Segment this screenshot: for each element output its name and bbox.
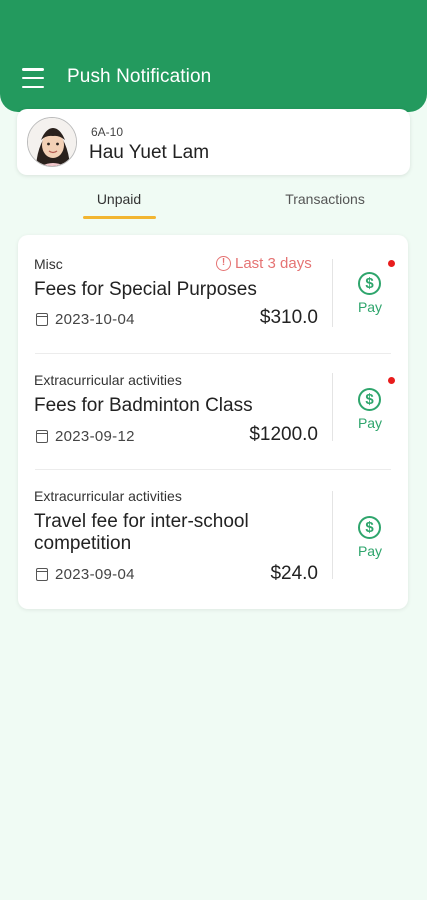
tab-transactions[interactable]: Transactions <box>270 191 380 207</box>
dollar-circle-icon[interactable]: $ <box>358 272 381 295</box>
item-divider-vertical <box>332 373 333 441</box>
class-code: 6A-10 <box>91 125 124 139</box>
fee-item[interactable]: Extracurricular activities Fees for Badm… <box>18 353 408 469</box>
fee-amount: $310.0 <box>259 307 318 328</box>
student-avatar <box>27 117 77 167</box>
fee-date: 2023-10-04 <box>55 311 135 328</box>
unread-dot <box>388 377 395 384</box>
calendar-icon <box>36 313 48 326</box>
pay-button[interactable]: Pay <box>348 415 392 431</box>
pay-button[interactable]: Pay <box>348 299 392 315</box>
fee-title: Fees for Badminton Class <box>34 395 253 416</box>
student-name: Hau Yuet Lam <box>89 142 210 163</box>
fee-title: Travel fee for inter-school competition <box>34 511 249 554</box>
deadline-warning-text: Last 3 days <box>235 255 312 272</box>
fee-date: 2023-09-04 <box>55 566 135 583</box>
page-title: Push Notification <box>67 66 212 87</box>
app-header: Push Notification <box>0 0 427 112</box>
tab-unpaid[interactable]: Unpaid <box>82 191 156 207</box>
fee-date: 2023-09-12 <box>55 428 135 445</box>
calendar-icon <box>36 568 48 581</box>
fee-amount: $24.0 <box>270 563 318 584</box>
hamburger-menu-icon[interactable] <box>22 68 44 88</box>
item-divider-vertical <box>332 491 333 579</box>
unread-dot <box>388 260 395 267</box>
fee-category: Extracurricular activities <box>34 488 182 504</box>
fee-amount: $1200.0 <box>249 424 318 445</box>
fee-item[interactable]: Misc ! Last 3 days Fees for Special Purp… <box>18 235 408 353</box>
calendar-icon <box>36 430 48 443</box>
item-divider-vertical <box>332 259 333 327</box>
fee-title: Fees for Special Purposes <box>34 279 257 300</box>
fee-category: Misc <box>34 256 63 272</box>
dollar-circle-icon[interactable]: $ <box>358 516 381 539</box>
student-card[interactable]: 6A-10 Hau Yuet Lam <box>17 109 410 175</box>
dollar-circle-icon[interactable]: $ <box>358 388 381 411</box>
unpaid-fee-list: Misc ! Last 3 days Fees for Special Purp… <box>18 235 408 609</box>
pay-button[interactable]: Pay <box>348 543 392 559</box>
fee-item[interactable]: Extracurricular activities Travel fee fo… <box>18 469 408 609</box>
fee-category: Extracurricular activities <box>34 372 182 388</box>
active-tab-indicator <box>83 216 156 219</box>
alert-circle-icon: ! <box>216 256 231 271</box>
deadline-warning: ! Last 3 days <box>216 255 312 272</box>
